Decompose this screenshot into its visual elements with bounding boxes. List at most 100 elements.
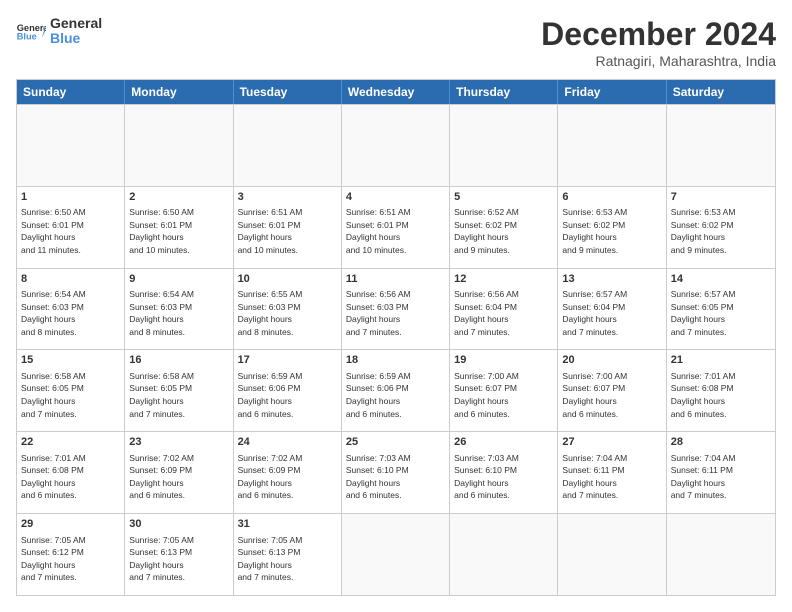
day-number: 26	[454, 435, 553, 450]
day-info: Sunrise: 6:52 AMSunset: 6:02 PMDaylight …	[454, 207, 519, 255]
calendar-page: General Blue General Blue December 2024 …	[0, 0, 792, 612]
day-number: 1	[21, 190, 120, 205]
day-number: 2	[129, 190, 228, 205]
day-number: 28	[671, 435, 771, 450]
calendar-row: 8 Sunrise: 6:54 AMSunset: 6:03 PMDaylight…	[17, 268, 775, 350]
logo: General Blue General Blue	[16, 16, 102, 47]
calendar-cell: 20Sunrise: 7:00 AMSunset: 6:07 PMDayligh…	[558, 350, 666, 431]
col-friday: Friday	[558, 80, 666, 104]
day-number: 29	[21, 517, 120, 532]
calendar-cell: 25 Sunrise: 7:03 AMSunset: 6:10 PMDayligh…	[342, 432, 450, 513]
day-info: Sunrise: 7:05 AMSunset: 6:13 PMDaylight …	[238, 535, 303, 583]
day-info: Sunrise: 6:50 AMSunset: 6:01 PMDaylight …	[129, 207, 194, 255]
calendar-cell	[234, 105, 342, 186]
calendar-cell	[17, 105, 125, 186]
day-info: Sunrise: 7:01 AMSunset: 6:08 PMDaylight …	[671, 371, 736, 419]
calendar-cell: 30 Sunrise: 7:05 AMSunset: 6:13 PMDayligh…	[125, 514, 233, 595]
day-number: 8	[21, 272, 120, 287]
logo-icon: General Blue	[16, 21, 46, 41]
calendar-cell: 12Sunrise: 6:56 AMSunset: 6:04 PMDayligh…	[450, 269, 558, 350]
calendar-cell	[342, 105, 450, 186]
day-number: 17	[238, 353, 337, 368]
day-info: Sunrise: 7:03 AMSunset: 6:10 PMDaylight …	[346, 453, 411, 501]
day-info: Sunrise: 7:00 AMSunset: 6:07 PMDaylight …	[454, 371, 519, 419]
calendar-cell: 9 Sunrise: 6:54 AMSunset: 6:03 PMDaylight…	[125, 269, 233, 350]
calendar-cell: 31 Sunrise: 7:05 AMSunset: 6:13 PMDayligh…	[234, 514, 342, 595]
day-info: Sunrise: 6:55 AMSunset: 6:03 PMDaylight …	[238, 289, 303, 337]
calendar-cell: 3 Sunrise: 6:51 AMSunset: 6:01 PMDaylight…	[234, 187, 342, 268]
day-number: 5	[454, 190, 553, 205]
calendar-cell: 19Sunrise: 7:00 AMSunset: 6:07 PMDayligh…	[450, 350, 558, 431]
day-info: Sunrise: 7:01 AMSunset: 6:08 PMDaylight …	[21, 453, 86, 501]
day-number: 11	[346, 272, 445, 287]
calendar-cell: 13Sunrise: 6:57 AMSunset: 6:04 PMDayligh…	[558, 269, 666, 350]
calendar: Sunday Monday Tuesday Wednesday Thursday…	[16, 79, 776, 596]
month-title: December 2024	[541, 16, 776, 53]
calendar-cell: 28Sunrise: 7:04 AMSunset: 6:11 PMDayligh…	[667, 432, 775, 513]
calendar-cell	[125, 105, 233, 186]
header: General Blue General Blue December 2024 …	[16, 16, 776, 69]
calendar-cell: 27 Sunrise: 7:04 AMSunset: 6:11 PMDayligh…	[558, 432, 666, 513]
day-info: Sunrise: 7:02 AMSunset: 6:09 PMDaylight …	[238, 453, 303, 501]
day-number: 16	[129, 353, 228, 368]
calendar-cell	[450, 105, 558, 186]
calendar-cell: 29 Sunrise: 7:05 AMSunset: 6:12 PMDayligh…	[17, 514, 125, 595]
logo-general: General	[50, 16, 102, 31]
col-monday: Monday	[125, 80, 233, 104]
day-info: Sunrise: 6:56 AMSunset: 6:04 PMDaylight …	[454, 289, 519, 337]
day-number: 25	[346, 435, 445, 450]
calendar-cell	[667, 514, 775, 595]
calendar-cell: 5 Sunrise: 6:52 AMSunset: 6:02 PMDaylight…	[450, 187, 558, 268]
day-info: Sunrise: 6:59 AMSunset: 6:06 PMDaylight …	[346, 371, 411, 419]
calendar-header: Sunday Monday Tuesday Wednesday Thursday…	[17, 80, 775, 104]
day-info: Sunrise: 7:04 AMSunset: 6:11 PMDaylight …	[562, 453, 627, 501]
calendar-cell: 10Sunrise: 6:55 AMSunset: 6:03 PMDayligh…	[234, 269, 342, 350]
day-info: Sunrise: 7:00 AMSunset: 6:07 PMDaylight …	[562, 371, 627, 419]
calendar-cell: 17 Sunrise: 6:59 AMSunset: 6:06 PMDayligh…	[234, 350, 342, 431]
day-info: Sunrise: 6:51 AMSunset: 6:01 PMDaylight …	[238, 207, 303, 255]
calendar-row: 1 Sunrise: 6:50 AMSunset: 6:01 PMDaylight…	[17, 186, 775, 268]
day-number: 7	[671, 190, 771, 205]
calendar-cell	[342, 514, 450, 595]
calendar-cell: 6 Sunrise: 6:53 AMSunset: 6:02 PMDaylight…	[558, 187, 666, 268]
day-number: 31	[238, 517, 337, 532]
day-info: Sunrise: 6:57 AMSunset: 6:05 PMDaylight …	[671, 289, 736, 337]
calendar-cell: 21 Sunrise: 7:01 AMSunset: 6:08 PMDayligh…	[667, 350, 775, 431]
day-number: 6	[562, 190, 661, 205]
day-number: 23	[129, 435, 228, 450]
calendar-cell: 16Sunrise: 6:58 AMSunset: 6:05 PMDayligh…	[125, 350, 233, 431]
day-number: 27	[562, 435, 661, 450]
day-info: Sunrise: 7:05 AMSunset: 6:13 PMDaylight …	[129, 535, 194, 583]
calendar-cell: 2 Sunrise: 6:50 AMSunset: 6:01 PMDaylight…	[125, 187, 233, 268]
calendar-cell	[667, 105, 775, 186]
calendar-cell: 11 Sunrise: 6:56 AMSunset: 6:03 PMDayligh…	[342, 269, 450, 350]
day-info: Sunrise: 7:03 AMSunset: 6:10 PMDaylight …	[454, 453, 519, 501]
col-wednesday: Wednesday	[342, 80, 450, 104]
day-info: Sunrise: 6:50 AMSunset: 6:01 PMDaylight …	[21, 207, 86, 255]
day-info: Sunrise: 7:02 AMSunset: 6:09 PMDaylight …	[129, 453, 194, 501]
day-info: Sunrise: 6:54 AMSunset: 6:03 PMDaylight …	[21, 289, 86, 337]
day-number: 21	[671, 353, 771, 368]
day-info: Sunrise: 6:56 AMSunset: 6:03 PMDaylight …	[346, 289, 411, 337]
calendar-cell: 24Sunrise: 7:02 AMSunset: 6:09 PMDayligh…	[234, 432, 342, 513]
calendar-cell: 14Sunrise: 6:57 AMSunset: 6:05 PMDayligh…	[667, 269, 775, 350]
calendar-body: 1 Sunrise: 6:50 AMSunset: 6:01 PMDaylight…	[17, 104, 775, 595]
day-info: Sunrise: 6:53 AMSunset: 6:02 PMDaylight …	[671, 207, 736, 255]
day-number: 22	[21, 435, 120, 450]
calendar-row	[17, 104, 775, 186]
calendar-cell: 7 Sunrise: 6:53 AMSunset: 6:02 PMDaylight…	[667, 187, 775, 268]
day-info: Sunrise: 7:05 AMSunset: 6:12 PMDaylight …	[21, 535, 86, 583]
day-info: Sunrise: 6:53 AMSunset: 6:02 PMDaylight …	[562, 207, 627, 255]
calendar-cell	[558, 105, 666, 186]
day-number: 30	[129, 517, 228, 532]
calendar-cell: 18Sunrise: 6:59 AMSunset: 6:06 PMDayligh…	[342, 350, 450, 431]
calendar-row: 22 Sunrise: 7:01 AMSunset: 6:08 PMDayligh…	[17, 431, 775, 513]
day-number: 3	[238, 190, 337, 205]
day-info: Sunrise: 6:57 AMSunset: 6:04 PMDaylight …	[562, 289, 627, 337]
day-number: 9	[129, 272, 228, 287]
day-info: Sunrise: 6:54 AMSunset: 6:03 PMDaylight …	[129, 289, 194, 337]
day-info: Sunrise: 6:59 AMSunset: 6:06 PMDaylight …	[238, 371, 303, 419]
day-info: Sunrise: 6:58 AMSunset: 6:05 PMDaylight …	[21, 371, 86, 419]
calendar-cell: 22 Sunrise: 7:01 AMSunset: 6:08 PMDayligh…	[17, 432, 125, 513]
day-number: 4	[346, 190, 445, 205]
